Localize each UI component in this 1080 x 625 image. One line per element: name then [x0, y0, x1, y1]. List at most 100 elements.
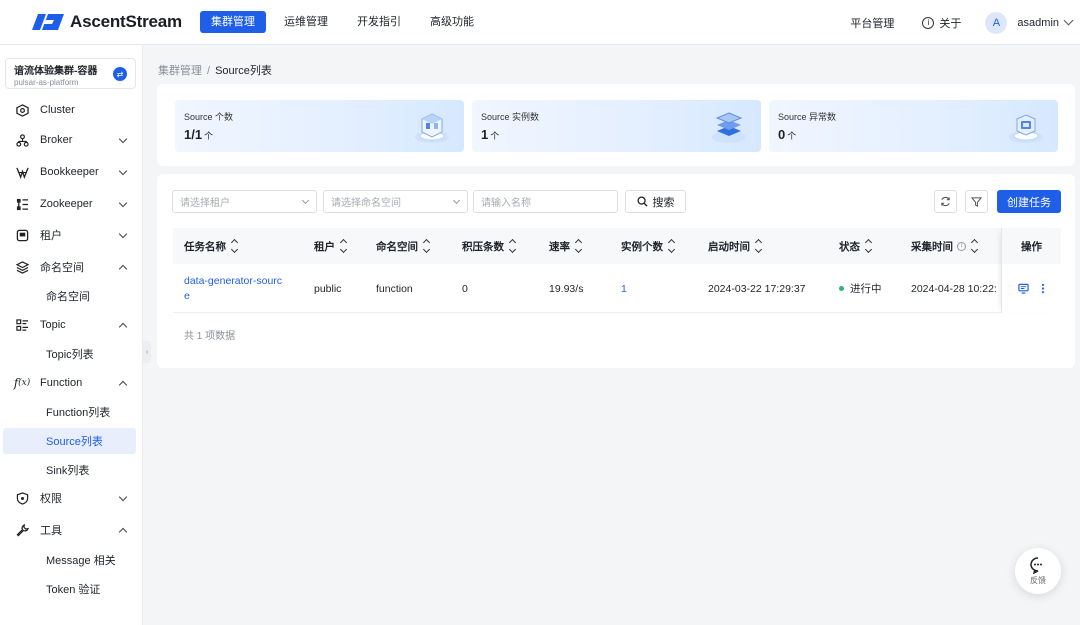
sort-icon[interactable] — [230, 238, 239, 254]
logo-text: AscentStream — [70, 12, 182, 31]
sidebar-item-label: 命名空间 — [40, 262, 84, 274]
switch-cluster-icon[interactable]: ⇄ — [113, 67, 127, 81]
search-button[interactable]: 搜索 — [625, 190, 686, 213]
table-total: 共 1 项数据 — [184, 331, 236, 342]
chevron-down-icon — [118, 492, 128, 502]
task-name-link[interactable]: data-generator-sourc e — [184, 264, 282, 313]
logo[interactable]: AscentStream — [32, 12, 200, 32]
sort-icon[interactable] — [422, 238, 431, 254]
sidebar-subitem-token[interactable]: Token 验证 — [3, 576, 136, 602]
rate-cell: 19.93/s — [549, 282, 584, 295]
username[interactable]: asadmin — [1017, 17, 1059, 29]
col-namespace[interactable]: 命名空间 — [376, 228, 431, 264]
stack-layers-icon — [712, 112, 746, 143]
sort-icon[interactable] — [970, 238, 979, 254]
col-label: 积压条数 — [462, 240, 504, 253]
create-task-button[interactable]: 创建任务 — [997, 190, 1061, 213]
sidebar-subitem-function-list[interactable]: Function列表 — [3, 399, 136, 425]
col-label: 租户 — [314, 240, 335, 253]
detail-icon[interactable] — [1018, 283, 1029, 294]
namespace-select[interactable]: 请选择命名空间 — [323, 190, 468, 213]
stat-unit: 个 — [204, 131, 214, 141]
col-label: 启动时间 — [708, 240, 750, 253]
task-name-part: data-generator-sourc — [184, 274, 283, 287]
sidebar-subitem-topic-list[interactable]: Topic列表 — [3, 341, 136, 367]
zookeeper-icon — [15, 197, 29, 211]
col-instances[interactable]: 实例个数 — [621, 228, 676, 264]
col-label: 实例个数 — [621, 240, 663, 253]
feedback-button[interactable]: 反馈 — [1015, 548, 1061, 594]
sort-icon[interactable] — [574, 238, 583, 254]
col-backlog[interactable]: 积压条数 — [462, 228, 517, 264]
stat-number: 1/1 — [184, 127, 203, 142]
stat-card-source-errors: Source 异常数 0个 — [769, 100, 1058, 152]
sidebar-collapse-handle[interactable]: ‹ — [143, 341, 151, 363]
sort-icon[interactable] — [754, 238, 763, 254]
function-icon: f (x) — [13, 376, 31, 390]
table-row: data-generator-sourc e public function 0… — [173, 264, 1061, 313]
col-label: 状态 — [839, 240, 860, 253]
sidebar-subitem-source-list[interactable]: Source列表 — [3, 428, 136, 454]
nav-cluster-management[interactable]: 集群管理 — [200, 11, 266, 33]
sort-icon[interactable] — [508, 238, 517, 254]
sidebar-item-function[interactable]: f (x) Function — [0, 370, 143, 396]
chevron-down-icon — [118, 166, 128, 176]
sidebar-item-topic[interactable]: Topic — [0, 312, 143, 338]
shield-icon — [15, 491, 29, 505]
stat-number: 0 — [778, 127, 786, 142]
filter-button[interactable] — [965, 190, 988, 213]
status-text: 进行中 — [850, 283, 882, 295]
source-table-panel: 请选择租户 请选择命名空间 请输入名称 搜索 创建任务 任务名称 租户 命名空间… — [157, 174, 1075, 368]
col-label: 任务名称 — [184, 240, 226, 253]
sidebar-subitem-sink-list[interactable]: Sink列表 — [3, 457, 136, 483]
platform-management-link[interactable]: 平台管理 — [850, 15, 894, 31]
sidebar-subitem-message[interactable]: Message 相关 — [3, 547, 136, 573]
sidebar-item-tenant[interactable]: 租户 — [0, 222, 143, 248]
broker-icon — [15, 133, 29, 147]
refresh-button[interactable] — [934, 190, 957, 213]
table-header: 任务名称 租户 命名空间 积压条数 速率 实例个数 启动时间 状态 采集时间 i — [173, 228, 1061, 264]
search-icon — [636, 196, 648, 207]
start-time-cell: 2024-03-22 17:29:37 — [708, 282, 806, 295]
col-start-time[interactable]: 启动时间 — [708, 228, 763, 264]
collect-time-cell: 2024-04-28 10:22: — [911, 282, 997, 295]
avatar[interactable]: A — [985, 11, 1008, 34]
sidebar-item-broker[interactable]: Broker — [0, 127, 143, 153]
sidebar-item-bookkeeper[interactable]: Bookkeeper — [0, 159, 143, 185]
server-cube-icon — [415, 113, 449, 143]
chevron-up-icon — [118, 527, 128, 537]
tenant-select[interactable]: 请选择租户 — [172, 190, 317, 213]
sort-icon[interactable] — [864, 238, 873, 254]
bookkeeper-icon — [15, 165, 29, 179]
nav-dev-guide[interactable]: 开发指引 — [346, 11, 412, 33]
nav-advanced[interactable]: 高级功能 — [419, 11, 485, 33]
sidebar-item-label: 租户 — [40, 230, 62, 242]
instances-link[interactable]: 1 — [621, 264, 627, 313]
stat-card-source-count: Source 个数 1/1 个 — [175, 100, 464, 152]
name-search-input[interactable]: 请输入名称 — [473, 190, 618, 213]
sort-icon[interactable] — [667, 238, 676, 254]
sidebar-item-zookeeper[interactable]: Zookeeper — [0, 191, 143, 217]
col-tenant[interactable]: 租户 — [314, 228, 348, 264]
nav-operations[interactable]: 运维管理 — [273, 11, 339, 33]
col-status[interactable]: 状态 — [839, 228, 873, 264]
sidebar-item-label: Zookeeper — [40, 198, 93, 210]
chevron-down-icon — [301, 196, 310, 205]
more-icon[interactable] — [1041, 283, 1045, 294]
top-header: AscentStream 集群管理 运维管理 开发指引 高级功能 平台管理 i … — [0, 0, 1080, 45]
col-rate[interactable]: 速率 — [549, 228, 583, 264]
cluster-selector[interactable]: 谙流体验集群-容器 pulsar-as-platform ⇄ — [5, 58, 136, 89]
sidebar-item-cluster[interactable]: Cluster — [0, 97, 143, 123]
sort-icon[interactable] — [339, 238, 348, 254]
breadcrumb-parent[interactable]: 集群管理 — [158, 65, 202, 77]
operations-column: 操作 — [1001, 228, 1061, 313]
sidebar-item-namespace[interactable]: 命名空间 — [0, 254, 143, 280]
chevron-down-icon[interactable] — [1063, 15, 1074, 26]
sidebar-item-tools[interactable]: 工具 — [0, 517, 143, 543]
sidebar-item-label: 工具 — [40, 525, 62, 537]
col-collect-time[interactable]: 采集时间 i — [911, 228, 979, 264]
sidebar-item-permission[interactable]: 权限 — [0, 485, 143, 511]
about-link[interactable]: i 关于 — [922, 15, 961, 31]
sidebar-subitem-namespace-list[interactable]: 命名空间 — [3, 283, 136, 309]
col-task-name[interactable]: 任务名称 — [184, 228, 239, 264]
